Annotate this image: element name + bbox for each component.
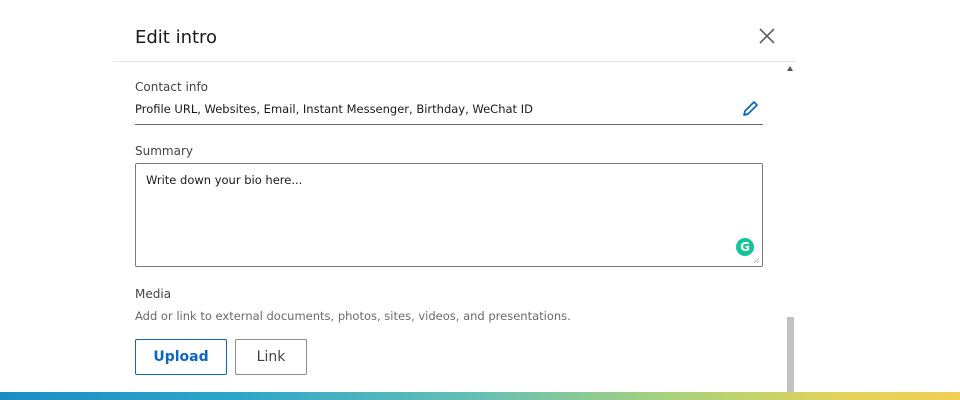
edit-intro-dialog: Edit intro Contact info Profile URL, Web… (113, 0, 796, 392)
pencil-icon (743, 101, 758, 116)
dialog-title: Edit intro (135, 27, 218, 48)
resize-handle-icon[interactable] (752, 256, 760, 264)
media-label: Media (135, 287, 172, 301)
dialog-body[interactable]: Contact info Profile URL, Websites, Emai… (113, 62, 796, 392)
summary-text: Write down your bio here... (146, 173, 303, 187)
contact-info-label: Contact info (135, 80, 209, 94)
close-button[interactable] (753, 22, 781, 50)
contact-divider (135, 124, 763, 125)
edit-contact-button[interactable] (739, 98, 761, 120)
link-button[interactable]: Link (235, 339, 307, 375)
contact-info-value: Profile URL, Websites, Email, Instant Me… (135, 102, 533, 116)
summary-textarea[interactable]: Write down your bio here... G (135, 163, 763, 267)
grammarly-icon[interactable]: G (736, 238, 754, 256)
close-icon (759, 28, 775, 44)
bottom-gradient-bar (0, 392, 960, 400)
summary-label: Summary (135, 144, 193, 158)
page: Edit intro Contact info Profile URL, Web… (0, 0, 960, 400)
scrollbar[interactable] (787, 62, 795, 392)
upload-button[interactable]: Upload (135, 339, 227, 375)
media-description: Add or link to external documents, photo… (135, 309, 571, 323)
dialog-header: Edit intro (113, 0, 796, 62)
scrollbar-thumb[interactable] (787, 317, 794, 392)
scroll-up-icon[interactable] (787, 66, 793, 71)
